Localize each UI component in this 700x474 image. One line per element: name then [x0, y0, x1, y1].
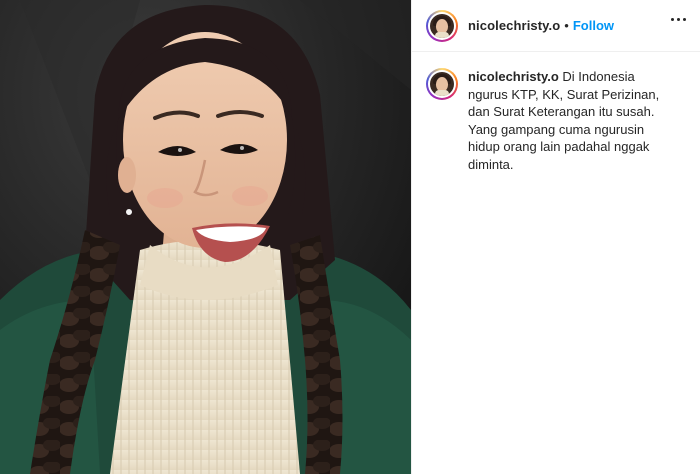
post-header: nicolechristy.o • Follow	[412, 0, 700, 52]
caption-username[interactable]: nicolechristy.o	[468, 69, 559, 84]
instagram-post: nicolechristy.o • Follow nicolechristy.o…	[0, 0, 700, 474]
separator-dot: •	[564, 18, 569, 33]
caption-text: nicolechristy.o Di Indonesia ngurus KTP,…	[468, 68, 668, 173]
profile-avatar[interactable]	[426, 9, 458, 42]
post-sidebar: nicolechristy.o • Follow nicolechristy.o…	[411, 0, 700, 474]
post-photo[interactable]	[0, 0, 411, 474]
caption-body: Di Indonesia ngurus KTP, KK, Surat Periz…	[468, 69, 660, 172]
portrait-image	[0, 0, 411, 474]
more-options-icon[interactable]	[671, 18, 686, 21]
username-link[interactable]: nicolechristy.o	[468, 18, 560, 33]
caption-avatar[interactable]	[426, 68, 458, 100]
caption: nicolechristy.o Di Indonesia ngurus KTP,…	[412, 52, 700, 173]
follow-button[interactable]: Follow	[573, 18, 614, 33]
